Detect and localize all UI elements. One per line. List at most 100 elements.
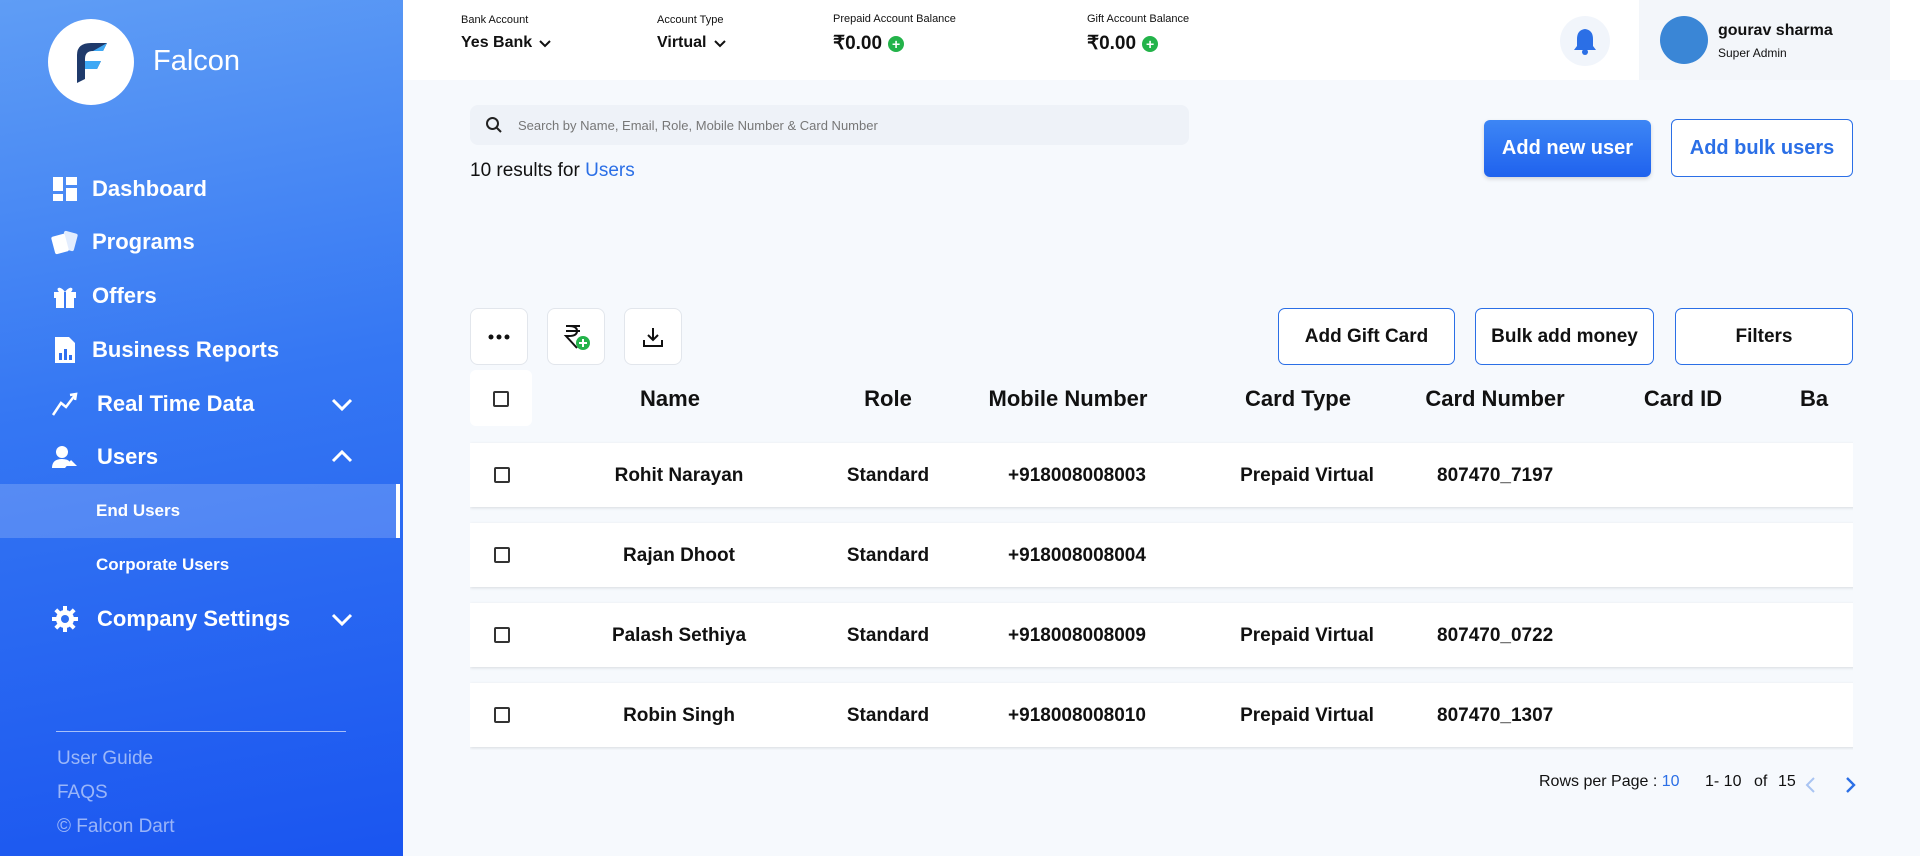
- chevron-down-icon: [713, 40, 726, 48]
- download-icon: [643, 327, 663, 347]
- cell-mobile: +918008008003: [1008, 465, 1146, 486]
- results-count: 10 results for: [470, 160, 580, 181]
- add-prepaid-icon[interactable]: +: [888, 35, 905, 52]
- column-header-card-id[interactable]: Card ID: [1644, 386, 1722, 412]
- nav-real-time-data[interactable]: Real Time Data: [0, 379, 403, 429]
- bulk-add-money-button[interactable]: Bulk add money: [1475, 308, 1654, 365]
- nav-offers[interactable]: Offers: [0, 271, 403, 321]
- column-header-balance[interactable]: Ba: [1800, 386, 1828, 412]
- account-type-value: Virtual: [657, 34, 727, 52]
- gift-amount: ₹0.00: [1087, 33, 1137, 54]
- account-type-label: Account Type: [657, 14, 724, 26]
- row-checkbox[interactable]: [494, 467, 510, 483]
- row-checkbox[interactable]: [494, 627, 510, 643]
- table-row[interactable]: Rohit Narayan Standard +918008008003 Pre…: [470, 443, 1853, 507]
- search-icon: [486, 117, 502, 133]
- bank-account-label: Bank Account: [461, 14, 529, 26]
- rupee-add-icon: [563, 324, 590, 350]
- nav-label: Corporate Users: [96, 555, 230, 574]
- nav-end-users[interactable]: End Users: [0, 484, 400, 538]
- column-header-card-type[interactable]: Card Type: [1245, 386, 1351, 412]
- nav-programs[interactable]: Programs: [0, 217, 403, 267]
- chevron-down-icon[interactable]: [328, 390, 356, 418]
- nav-company-settings[interactable]: Company Settings: [0, 594, 403, 644]
- falcon-logo-icon: [77, 43, 107, 83]
- table-row[interactable]: Rajan Dhoot Standard +918008008004: [470, 523, 1853, 587]
- download-button[interactable]: [624, 308, 682, 365]
- faqs-link[interactable]: FAQS: [57, 782, 108, 804]
- chevron-right-icon[interactable]: [1840, 775, 1860, 795]
- add-new-user-button[interactable]: Add new user: [1484, 120, 1651, 177]
- more-horizontal-icon: [488, 334, 510, 339]
- realtime-icon: [50, 389, 80, 419]
- falcon-logo[interactable]: [48, 19, 134, 105]
- programs-icon: [50, 227, 80, 257]
- nav-business-reports[interactable]: Business Reports: [0, 325, 403, 375]
- cell-card-type: Prepaid Virtual: [1240, 705, 1374, 726]
- cell-role: Standard: [846, 545, 930, 566]
- nav-label: Offers: [92, 283, 157, 308]
- rows-per-page: Rows per Page : 10: [1539, 773, 1680, 791]
- chevron-left-icon[interactable]: [1801, 775, 1821, 795]
- page-range: 1- 10: [1705, 773, 1742, 790]
- add-money-button[interactable]: [547, 308, 605, 365]
- chevron-down-icon[interactable]: [328, 605, 356, 633]
- column-header-mobile[interactable]: Mobile Number: [989, 386, 1148, 412]
- cell-mobile: +918008008009: [1008, 625, 1146, 646]
- add-gift-icon[interactable]: +: [1142, 35, 1159, 52]
- row-checkbox[interactable]: [494, 707, 510, 723]
- cell-card-type: Prepaid Virtual: [1240, 465, 1374, 486]
- cell-mobile: +918008008004: [1008, 545, 1146, 566]
- page-of-label: of: [1754, 773, 1768, 790]
- results-entity: Users: [585, 160, 635, 181]
- nav-label: Users: [97, 444, 159, 469]
- cell-mobile: +918008008010: [1008, 705, 1146, 726]
- add-gift-card-button[interactable]: Add Gift Card: [1278, 308, 1455, 365]
- bank-account-name: Yes Bank: [461, 34, 533, 51]
- page-total: 15: [1778, 773, 1796, 790]
- cell-name: Palash Sethiya: [611, 625, 747, 646]
- sidebar: Falcon Dashboard Programs Offers Busines…: [0, 0, 403, 856]
- sidebar-divider: [56, 731, 346, 732]
- search-input[interactable]: [518, 105, 1168, 145]
- user-guide-link[interactable]: User Guide: [57, 748, 153, 770]
- column-header-role[interactable]: Role: [864, 386, 912, 412]
- nav-users[interactable]: Users: [0, 432, 403, 482]
- row-checkbox[interactable]: [494, 547, 510, 563]
- dashboard-icon: [50, 174, 80, 204]
- notifications-button[interactable]: [1560, 16, 1610, 66]
- filters-button[interactable]: Filters: [1675, 308, 1853, 365]
- topbar: Bank Account Yes Bank Account Type Virtu…: [403, 0, 1920, 80]
- gear-icon: [50, 604, 80, 634]
- copyright-text: © Falcon Dart: [57, 816, 175, 837]
- gift-icon: [50, 281, 80, 311]
- table-row[interactable]: Palash Sethiya Standard +918008008009 Pr…: [470, 603, 1853, 667]
- column-header-card-number[interactable]: Card Number: [1425, 386, 1564, 412]
- brand-name: Falcon: [153, 45, 241, 77]
- nav-corporate-users[interactable]: Corporate Users: [0, 538, 400, 592]
- cell-card-type: Prepaid Virtual: [1240, 625, 1374, 646]
- user-profile[interactable]: gourav sharma Super Admin: [1639, 0, 1890, 80]
- rows-per-page-label: Rows per Page :: [1539, 773, 1658, 790]
- cell-card-number: 807470_1307: [1437, 705, 1554, 726]
- cell-role: Standard: [846, 705, 930, 726]
- table-row[interactable]: Robin Singh Standard +918008008010 Prepa…: [470, 683, 1853, 747]
- rows-per-page-select[interactable]: 10: [1662, 773, 1680, 790]
- add-bulk-users-button[interactable]: Add bulk users: [1671, 119, 1853, 177]
- more-options-button[interactable]: [470, 308, 528, 365]
- prepaid-balance-value: ₹0.00 +: [833, 32, 905, 55]
- cell-card-number: 807470_0722: [1437, 625, 1554, 646]
- nav-dashboard[interactable]: Dashboard: [0, 164, 403, 214]
- avatar: [1660, 16, 1708, 64]
- prepaid-balance-label: Prepaid Account Balance: [833, 13, 956, 25]
- bank-account-value: Yes Bank: [461, 34, 552, 52]
- nav-label: End Users: [96, 501, 181, 520]
- account-type-name: Virtual: [657, 34, 707, 51]
- select-all-checkbox[interactable]: [493, 391, 509, 407]
- report-icon: [50, 335, 80, 365]
- chevron-up-icon[interactable]: [328, 443, 356, 471]
- users-icon: [50, 442, 80, 472]
- column-header-name[interactable]: Name: [640, 386, 700, 412]
- user-name: gourav sharma: [1718, 22, 1833, 39]
- nav-label: Company Settings: [97, 606, 291, 631]
